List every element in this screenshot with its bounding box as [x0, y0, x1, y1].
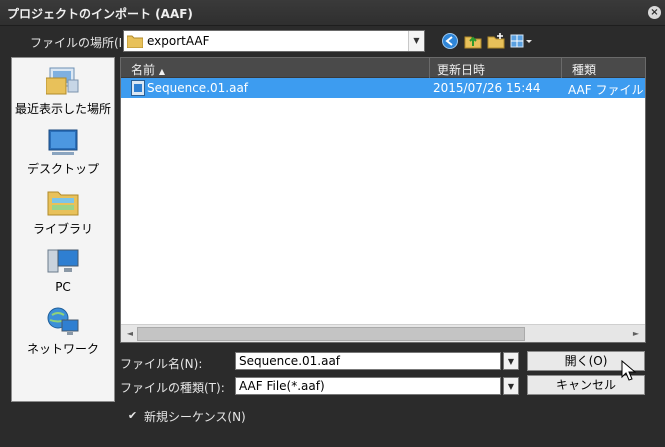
chevron-down-icon[interactable]: ▼ — [503, 352, 519, 370]
file-row[interactable]: Sequence.01.aaf 2015/07/26 15:44 AAF ファイ… — [121, 78, 645, 98]
lookin-value: exportAAF — [147, 34, 210, 48]
back-icon[interactable] — [441, 32, 459, 50]
filename-value: Sequence.01.aaf — [239, 354, 341, 368]
place-desktop[interactable]: デスクトップ — [12, 120, 114, 178]
filetype-value: AAF File(*.aaf) — [239, 379, 325, 393]
filename-label: ファイル名(N): — [120, 357, 203, 371]
places-bar: 最近表示した場所 デスクトップ ライブラリ PC ネットワーク — [11, 57, 115, 402]
column-divider[interactable] — [429, 58, 430, 78]
computer-icon — [47, 249, 79, 273]
close-button[interactable]: × — [648, 6, 661, 19]
place-label: ライブラリ — [32, 222, 93, 236]
new-sequence-checkbox[interactable]: ✔ — [126, 409, 139, 422]
horizontal-scrollbar[interactable]: ◄ ► — [121, 324, 645, 342]
folder-icon — [127, 35, 143, 48]
place-label: 最近表示した場所 — [14, 102, 111, 116]
column-header-modified[interactable]: 更新日時 — [437, 61, 485, 78]
new-sequence-label: 新規シーケンス(N) — [144, 410, 246, 424]
up-folder-icon[interactable] — [464, 32, 482, 50]
file-list[interactable]: 名前 ▲ 更新日時 種類 Sequence.01.aaf 2015/07/26 … — [120, 57, 646, 343]
scroll-thumb[interactable] — [137, 327, 525, 341]
place-network[interactable]: ネットワーク — [12, 300, 114, 358]
place-label: ネットワーク — [26, 342, 99, 356]
place-pc[interactable]: PC — [12, 240, 114, 298]
desktop-icon — [48, 129, 78, 155]
place-label: PC — [55, 280, 71, 294]
scroll-left-icon[interactable]: ◄ — [123, 328, 137, 340]
mouse-pointer-icon — [621, 360, 637, 381]
file-type: AAF ファイル — [568, 83, 644, 97]
filetype-select[interactable]: AAF File(*.aaf) — [235, 377, 501, 395]
aaf-file-icon — [131, 80, 145, 96]
view-menu-icon[interactable] — [510, 32, 534, 50]
file-name: Sequence.01.aaf — [147, 81, 249, 95]
column-header-name[interactable]: 名前 ▲ — [131, 61, 165, 78]
place-libraries[interactable]: ライブラリ — [12, 180, 114, 238]
list-header: 名前 ▲ 更新日時 種類 — [121, 58, 645, 78]
column-name-label: 名前 — [131, 63, 156, 77]
filetype-label: ファイルの種類(T): — [120, 381, 225, 395]
column-header-type[interactable]: 種類 — [572, 61, 596, 78]
filename-field[interactable]: Sequence.01.aaf — [235, 352, 501, 370]
scroll-right-icon[interactable]: ► — [629, 328, 643, 340]
lookin-combo[interactable]: exportAAF ▼ — [123, 30, 425, 52]
libraries-icon — [47, 191, 79, 216]
sort-ascending-icon: ▲ — [158, 67, 165, 76]
file-modified: 2015/07/26 15:44 — [433, 81, 541, 95]
place-recent[interactable]: 最近表示した場所 — [12, 60, 114, 118]
title-bar: プロジェクトのインポート (AAF) × — [0, 0, 665, 26]
place-label: デスクトップ — [26, 162, 99, 176]
new-folder-icon[interactable] — [487, 32, 505, 50]
recent-places-icon — [46, 67, 79, 95]
window-title: プロジェクトのインポート (AAF) — [7, 7, 193, 21]
lookin-label: ファイルの場所(I): — [30, 36, 131, 50]
column-divider[interactable] — [561, 58, 562, 78]
chevron-down-icon[interactable]: ▼ — [503, 377, 519, 395]
chevron-down-icon[interactable]: ▼ — [408, 31, 424, 51]
network-icon — [47, 307, 79, 335]
